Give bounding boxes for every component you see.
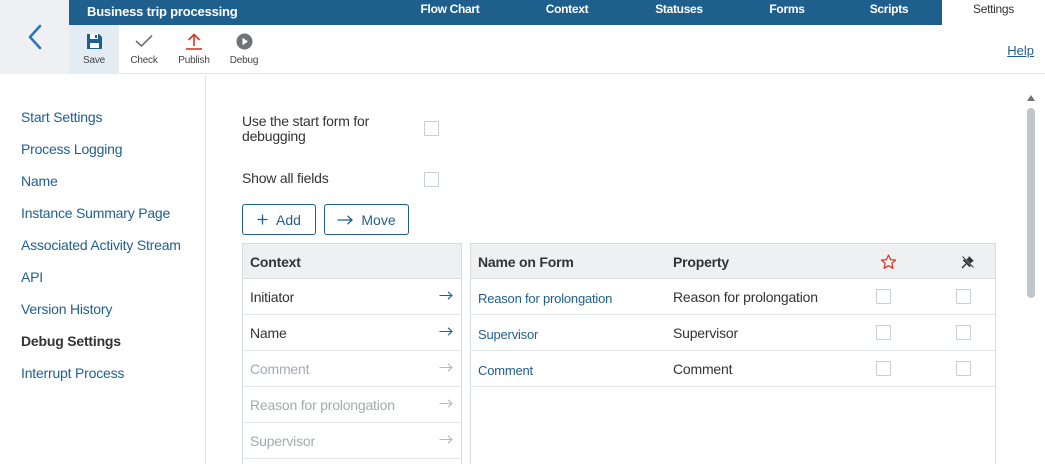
context-row[interactable]: Initiator — [243, 279, 461, 315]
context-row[interactable]: Name — [243, 315, 461, 351]
use-start-form-checkbox[interactable] — [424, 121, 439, 136]
scrollbar-thumb[interactable] — [1027, 108, 1035, 298]
process-designer: Business trip processing Flow Chart Cont… — [0, 0, 1045, 464]
chevron-left-icon — [28, 24, 41, 50]
arrow-right-icon — [439, 435, 453, 444]
check-button[interactable]: Check — [119, 25, 169, 74]
plus-icon — [257, 214, 268, 225]
arrow-right-icon — [439, 363, 453, 372]
form-field-row: Reason for prolongation Reason for prolo… — [471, 279, 995, 315]
move-button-label: Move — [361, 211, 396, 228]
sidebar-item-debug-settings[interactable]: Debug Settings — [21, 333, 121, 349]
publish-button[interactable]: Publish — [169, 25, 219, 74]
floppy-disk-icon — [86, 33, 102, 49]
top-bar: Business trip processing Flow Chart Cont… — [69, 0, 1045, 25]
publish-label: Publish — [178, 55, 210, 66]
arrow-right-icon[interactable] — [439, 291, 453, 300]
form-field-property: Comment — [673, 361, 733, 377]
readonly-checkbox[interactable] — [956, 289, 971, 304]
context-row: Comment — [243, 351, 461, 387]
debug-button[interactable]: Debug — [219, 25, 269, 74]
sidebar-item-process-logging[interactable]: Process Logging — [21, 141, 122, 157]
use-start-form-label: Use the start form for debugging — [242, 114, 369, 144]
sidebar-item-interrupt-process[interactable]: Interrupt Process — [21, 365, 124, 381]
tab-scripts[interactable]: Scripts — [856, 0, 922, 25]
save-button[interactable]: Save — [69, 25, 119, 74]
scroll-up-arrow-icon[interactable] — [1027, 95, 1035, 101]
use-start-form-label-line1: Use the start form for — [242, 113, 370, 129]
process-title: Business trip processing — [87, 4, 238, 19]
check-label: Check — [130, 55, 158, 66]
tab-flow-chart[interactable]: Flow Chart — [408, 0, 492, 25]
property-column-header: Property — [673, 254, 729, 270]
form-fields-panel-header: Name on Form Property — [471, 244, 995, 279]
pin-icon — [961, 255, 975, 269]
form-fields-panel: Name on Form Property Reason for prolong… — [470, 243, 996, 464]
save-label: Save — [83, 55, 105, 66]
context-row: Supervisor — [243, 423, 461, 459]
form-field-name-link[interactable]: Reason for prolongation — [478, 291, 612, 306]
readonly-checkbox[interactable] — [956, 325, 971, 340]
play-circle-icon — [236, 33, 252, 49]
use-start-form-label-line2: debugging — [242, 128, 306, 144]
upload-arrow-icon — [186, 32, 202, 50]
readonly-checkbox[interactable] — [956, 361, 971, 376]
move-button[interactable]: Move — [324, 204, 409, 235]
required-checkbox[interactable] — [876, 325, 891, 340]
form-field-property: Reason for prolongation — [673, 289, 818, 305]
tab-forms[interactable]: Forms — [758, 0, 816, 25]
context-row-label: Supervisor — [250, 433, 315, 449]
sidebar-item-start-settings[interactable]: Start Settings — [21, 109, 102, 125]
context-row: Reason for prolongation — [243, 387, 461, 423]
sidebar-item-api[interactable]: API — [21, 269, 43, 285]
tab-statuses[interactable]: Statuses — [643, 0, 715, 25]
settings-sidebar: Start Settings Process Logging Name Inst… — [0, 75, 206, 464]
context-row-label: Comment — [250, 361, 310, 377]
tab-settings[interactable]: Settings — [942, 0, 1045, 25]
toolbar: Save Check Publish Debug Help — [69, 25, 1045, 74]
required-checkbox[interactable] — [876, 289, 891, 304]
form-field-property: Supervisor — [673, 325, 738, 341]
back-button[interactable] — [0, 0, 69, 74]
arrow-right-icon — [337, 214, 354, 225]
context-panel-header: Context — [243, 244, 461, 279]
star-icon — [880, 254, 897, 269]
show-all-fields-label: Show all fields — [242, 170, 329, 186]
sidebar-item-instance-summary-page[interactable]: Instance Summary Page — [21, 205, 170, 221]
form-field-row: Comment Comment — [471, 351, 995, 387]
form-field-name-link[interactable]: Supervisor — [478, 327, 538, 342]
sidebar-item-associated-activity-stream[interactable]: Associated Activity Stream — [21, 237, 181, 253]
name-on-form-column-header: Name on Form — [478, 254, 574, 270]
context-row-label: Initiator — [250, 289, 295, 305]
context-column-header: Context — [250, 254, 301, 270]
arrow-right-icon — [439, 399, 453, 408]
context-row-label: Reason for prolongation — [250, 397, 395, 413]
arrow-right-icon[interactable] — [439, 327, 453, 336]
add-button[interactable]: Add — [242, 204, 316, 235]
context-panel: Context Initiator Name Comment Reason fo… — [242, 243, 462, 464]
form-field-name-link[interactable]: Comment — [478, 363, 533, 378]
show-all-fields-checkbox[interactable] — [424, 172, 439, 187]
form-field-row: Supervisor Supervisor — [471, 315, 995, 351]
checkmark-icon — [135, 34, 153, 48]
sidebar-item-version-history[interactable]: Version History — [21, 301, 112, 317]
required-checkbox[interactable] — [876, 361, 891, 376]
debug-label: Debug — [229, 55, 259, 66]
context-row-label: Name — [250, 325, 287, 341]
tab-context[interactable]: Context — [534, 0, 600, 25]
sidebar-item-name[interactable]: Name — [21, 173, 58, 189]
help-link[interactable]: Help — [1007, 43, 1034, 58]
add-button-label: Add — [276, 211, 301, 228]
